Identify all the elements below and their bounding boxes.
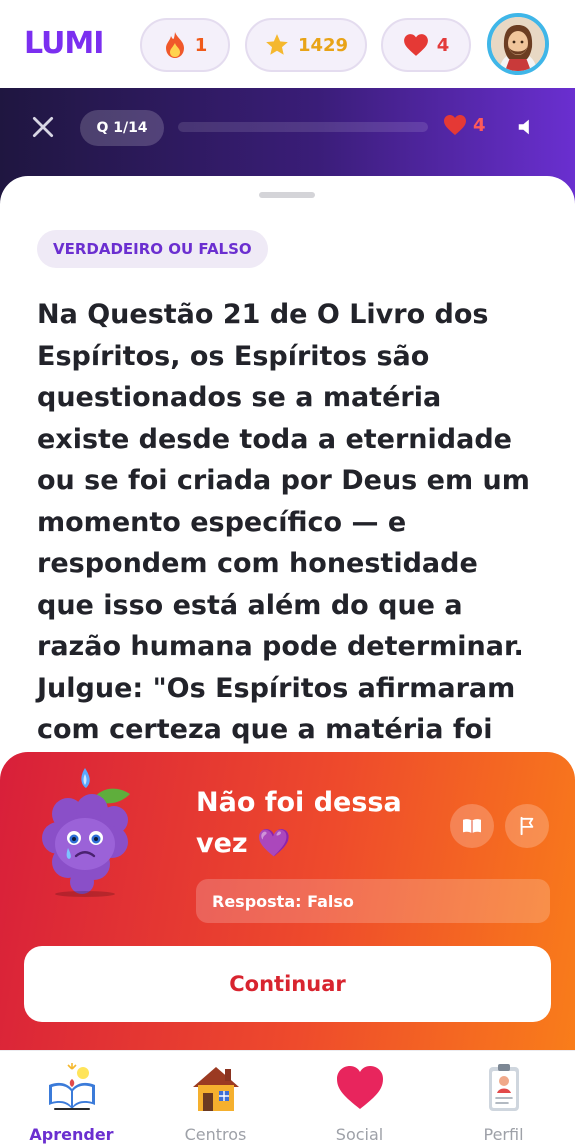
nav-item-social[interactable]: Social	[288, 1051, 431, 1148]
question-type-tag: VERDADEIRO OU FALSO	[37, 230, 268, 268]
hearts-counter[interactable]: 4	[381, 18, 471, 72]
nav-item-centros[interactable]: Centros	[144, 1051, 287, 1148]
quiz-hearts: 4	[443, 114, 486, 136]
heart-icon	[444, 115, 466, 135]
explanation-button[interactable]	[450, 804, 494, 848]
nav-label-aprender: Aprender	[29, 1125, 114, 1144]
sad-grape-mascot-icon	[42, 768, 130, 897]
bottom-nav: Aprender Centros Social Perfil	[0, 1050, 575, 1148]
correct-answer-box: Resposta: Falso	[196, 879, 550, 923]
flag-icon	[520, 816, 534, 836]
feedback-sheet: Não foi dessa vez 💜 Resposta: Falso Cont…	[0, 752, 575, 1052]
flame-icon	[165, 32, 184, 58]
question-text: Na Questão 21 de O Livro dos Espíritos, …	[37, 299, 530, 745]
report-button[interactable]	[505, 804, 549, 848]
heart-icon	[403, 34, 428, 56]
nav-item-perfil[interactable]: Perfil	[432, 1051, 575, 1148]
stars-count: 1429	[297, 34, 349, 56]
profile-clipboard-icon	[488, 1064, 519, 1111]
progress-bar	[178, 122, 428, 132]
house-icon	[192, 1067, 239, 1111]
streak-counter[interactable]: 1	[140, 18, 230, 72]
continue-button[interactable]: Continuar	[24, 946, 551, 1022]
drag-handle[interactable]	[259, 192, 315, 198]
top-bar: LUMI 1 1429 4	[0, 0, 575, 88]
speaker-icon[interactable]	[516, 116, 538, 138]
feedback-title: Não foi dessa vez 💜	[196, 787, 402, 859]
question-counter: Q 1/14	[80, 110, 164, 146]
nav-label-social: Social	[335, 1125, 384, 1144]
book-icon	[463, 819, 481, 834]
heart-icon	[336, 1066, 383, 1109]
nav-label-perfil: Perfil	[483, 1125, 524, 1144]
star-icon	[266, 34, 288, 55]
stars-counter[interactable]: 1429	[245, 18, 367, 72]
quiz-hearts-count: 4	[473, 114, 486, 136]
hearts-count: 4	[436, 34, 450, 56]
nav-item-aprender[interactable]: Aprender	[0, 1051, 143, 1148]
open-book-icon	[48, 1063, 95, 1110]
streak-count: 1	[194, 34, 208, 56]
app-logo: LUMI	[24, 26, 104, 61]
nav-label-centros: Centros	[184, 1125, 247, 1144]
close-icon[interactable]	[30, 114, 56, 140]
profile-avatar[interactable]	[487, 13, 549, 75]
